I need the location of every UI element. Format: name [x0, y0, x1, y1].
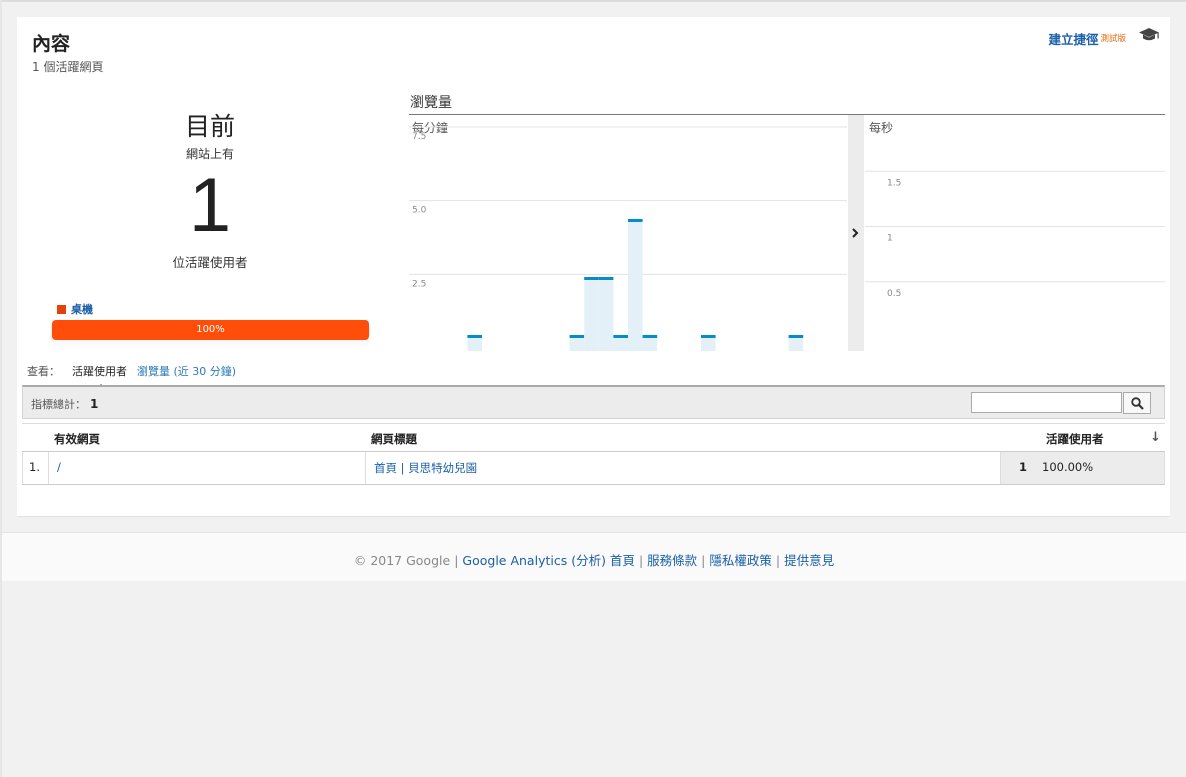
minute-bar-cap — [788, 335, 804, 338]
footer-ga-home-link[interactable]: Google Analytics (分析) 首頁 — [462, 553, 635, 568]
current-heading: 目前 — [184, 112, 235, 141]
view-active-users[interactable]: 活躍使用者 — [72, 363, 127, 389]
metrics-total-bar: 指標總計： 1 — [22, 385, 1165, 419]
metrics-total-label: 指標總計： — [31, 398, 86, 411]
metrics-total: 指標總計： 1 — [31, 396, 98, 412]
minute-bar — [467, 336, 482, 351]
column-page-title[interactable]: 網頁標題 — [371, 431, 417, 447]
create-shortcut-label: 建立捷徑 — [1048, 32, 1099, 47]
active-users-caption: 位活躍使用者 — [172, 255, 248, 270]
minute-bar — [628, 220, 643, 351]
minute-bar-cap — [628, 219, 643, 222]
view-pageviews-link[interactable]: 瀏覽量 (近 30 分鐘) — [137, 363, 236, 379]
top-border — [0, 0, 1186, 2]
graduation-cap-icon[interactable] — [1138, 27, 1160, 43]
device-legend[interactable]: 桌機 — [57, 301, 93, 317]
pageviews-chart: 每分鐘 7.55.02.5-26 分鐘-21 分鐘-16 分鐘-11 分鐘-6 … — [409, 115, 1165, 351]
footer-separator: | — [638, 553, 644, 568]
view-label: 查看： — [27, 365, 60, 378]
minute-bar — [788, 336, 804, 351]
minute-bar-cap — [569, 335, 585, 338]
minute-bar-cap — [642, 335, 658, 338]
footer: © 2017 Google | Google Analytics (分析) 首頁 | 服… — [2, 532, 1186, 581]
row-users: 1 — [1000, 452, 1035, 484]
minute-bar-cap — [584, 277, 599, 280]
footer-separator: | — [701, 553, 706, 568]
minute-y-tick-label: 5.0 — [412, 206, 427, 216]
minute-bar — [569, 336, 585, 351]
row-page-link[interactable]: / — [48, 452, 365, 484]
create-shortcut-link[interactable]: 建立捷徑 測試版 — [1048, 29, 1126, 48]
minute-bar — [642, 336, 658, 351]
footer-copyright: © 2017 Google — [353, 553, 451, 568]
left-border — [0, 0, 2, 777]
device-share-bar: 100% — [52, 320, 369, 340]
minute-bar-cap — [613, 335, 628, 338]
second-chart-title: 每秒 — [869, 120, 893, 135]
footer-feedback-link[interactable]: 提供意見 — [784, 553, 834, 568]
active-users-count: 1 — [188, 163, 232, 248]
view-toggle: 查看： 活躍使用者 瀏覽量 (近 30 分鐘) — [27, 363, 236, 389]
content-card: 內容 1 個活躍網頁 建立捷徑 測試版 目前 網站上有 1 位活躍使用者 桌機 1… — [17, 17, 1170, 517]
table-header: 有效網頁 網頁標題 活躍使用者 ↓ — [22, 423, 1165, 452]
minute-bar — [598, 278, 614, 351]
footer-privacy-link[interactable]: 隱私權政策 — [709, 553, 772, 568]
column-active-users[interactable]: 活躍使用者 — [1046, 431, 1104, 447]
footer-terms-link[interactable]: 服務條款 — [647, 553, 697, 568]
current-users-panel: 目前 網站上有 1 位活躍使用者 — [117, 107, 303, 271]
page-title: 內容 — [32, 33, 71, 55]
device-legend-label: 桌機 — [71, 303, 93, 316]
search-icon — [1130, 396, 1144, 410]
minute-y-tick-label: 7.5 — [412, 132, 426, 142]
page-subtitle: 1 個活躍網頁 — [32, 60, 104, 74]
minute-bar-cap — [701, 335, 716, 338]
second-y-tick-label: 0.5 — [887, 289, 901, 299]
chart-background — [409, 115, 1165, 351]
sort-down-icon[interactable]: ↓ — [1150, 430, 1161, 445]
minute-bar-cap — [598, 277, 614, 280]
minute-y-tick-label: 2.5 — [412, 279, 426, 289]
minute-bar — [613, 336, 628, 351]
table-search-input[interactable] — [971, 392, 1122, 413]
table-row: 1. / 首頁 | 貝思特幼兒園 1 100.00% — [22, 452, 1165, 485]
pageviews-title: 瀏覽量 — [410, 95, 452, 111]
footer-separator: | — [454, 553, 459, 568]
footer-separator: | — [775, 553, 781, 568]
column-active-page[interactable]: 有效網頁 — [54, 431, 100, 447]
second-y-tick-label: 1.5 — [887, 178, 901, 188]
beta-badge: 測試版 — [1100, 34, 1126, 44]
row-title-link[interactable]: 首頁 | 貝思特幼兒園 — [365, 452, 1000, 484]
minute-bar-cap — [467, 335, 482, 338]
current-subheading: 網站上有 — [185, 147, 234, 161]
minute-bar — [701, 336, 716, 351]
row-index: 1. — [22, 452, 48, 484]
second-y-tick-label: 1 — [887, 234, 893, 244]
row-percent: 100.00% — [1035, 452, 1165, 484]
desktop-swatch — [57, 304, 66, 314]
minute-bar — [584, 278, 599, 351]
active-pages-table: 有效網頁 網頁標題 活躍使用者 ↓ 1. / 首頁 | 貝思特幼兒園 1 100… — [22, 423, 1165, 485]
search-button[interactable] — [1123, 392, 1151, 414]
metrics-total-value: 1 — [90, 397, 99, 411]
device-bar-shadow — [52, 340, 369, 348]
